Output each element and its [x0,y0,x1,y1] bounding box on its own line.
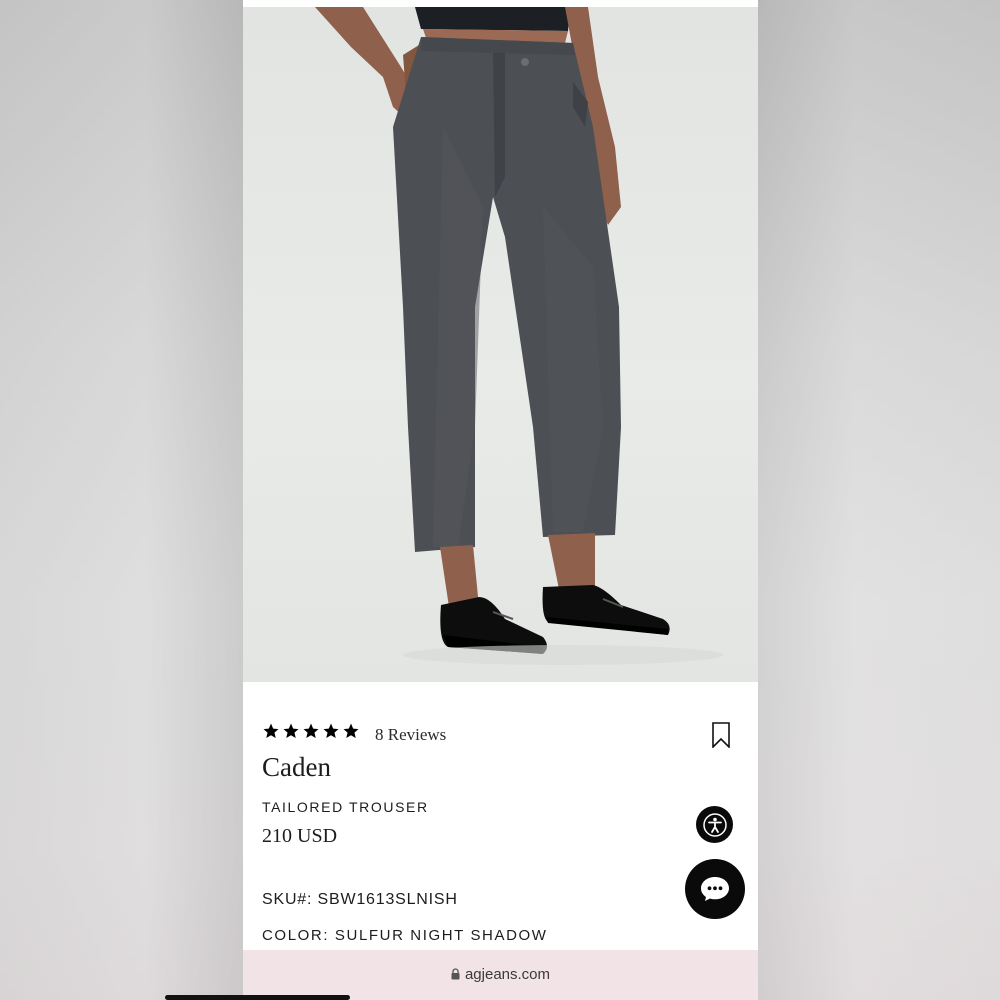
browser-url-bar[interactable]: agjeans.com [243,950,758,1000]
chat-button[interactable] [685,859,745,919]
accessibility-button[interactable] [696,806,733,843]
star-icon [263,723,279,738]
top-strip [243,0,758,7]
background-blur-left [0,0,243,1000]
star-icon [343,723,359,738]
url-display[interactable]: agjeans.com [243,966,758,983]
url-text: agjeans.com [464,966,551,983]
home-indicator [165,995,350,1000]
star-icon [323,723,339,738]
reviews-link[interactable]: 8 Reviews [375,725,446,745]
star-icon [283,723,299,738]
chat-icon [701,877,729,901]
product-type: TAILORED TROUSER [262,799,429,815]
sku-value: SBW1613SLNISH [317,891,458,908]
product-details: 8 Reviews Caden TAILORED TROUSER 210 USD… [243,682,758,950]
lock-icon [451,968,460,980]
rating-stars[interactable] [262,722,360,740]
product-image[interactable] [243,7,758,682]
star-icon [303,723,319,738]
phone-screen: 8 Reviews Caden TAILORED TROUSER 210 USD… [243,0,758,1000]
background-blur-right [758,0,1000,1000]
accessibility-icon [702,812,727,837]
bookmark-icon[interactable] [711,722,731,748]
product-name: Caden [262,752,331,782]
product-price: 210 USD [262,825,338,847]
product-photo-illustration [315,7,723,665]
color-value: SULFUR NIGHT SHADOW [334,927,548,944]
product-sku: SKU#: SBW1613SLNISH [262,891,458,909]
color-label: COLOR: [262,927,330,944]
sku-label: SKU#: [262,891,313,908]
product-color: COLOR: SULFUR NIGHT SHADOW [262,927,548,944]
